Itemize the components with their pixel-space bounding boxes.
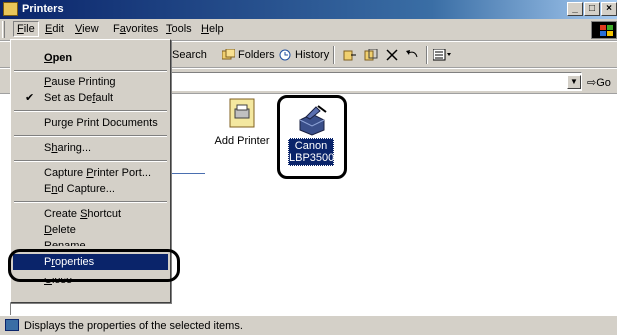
views-icon[interactable] — [433, 49, 453, 61]
search-button[interactable]: Search — [172, 49, 207, 61]
status-monitor-icon — [5, 319, 19, 331]
printers-folder-icon — [3, 2, 18, 16]
menu-separator — [14, 201, 167, 203]
menubar-grip — [2, 21, 5, 38]
menu-bar: File Edit View Favorites Tools Help — [0, 19, 617, 41]
history-icon — [279, 49, 291, 61]
menu-tools[interactable]: Tools — [166, 23, 192, 35]
maximize-button[interactable]: □ — [584, 2, 600, 16]
windows-logo-icon — [591, 21, 617, 39]
canon-printer-item[interactable]: Canon LBP3500 — [277, 95, 347, 179]
menu-item-delete[interactable]: Delete — [13, 222, 168, 238]
status-bar: Displays the properties of the selected … — [0, 315, 617, 335]
toolbar-separator — [426, 46, 428, 64]
minimize-button[interactable]: _ — [567, 2, 583, 16]
title-bar: Printers _ □ × — [0, 0, 617, 19]
menu-separator — [14, 160, 167, 162]
go-button[interactable]: ⇨Go — [587, 76, 611, 89]
address-field[interactable] — [170, 72, 582, 91]
menu-item-open[interactable]: Open — [13, 50, 168, 66]
menu-view[interactable]: View — [75, 23, 99, 35]
add-printer-item[interactable]: Add Printer — [214, 97, 270, 147]
move-to-icon[interactable] — [343, 49, 357, 62]
history-button[interactable]: History — [279, 49, 329, 61]
menu-separator — [14, 70, 167, 72]
checkmark-icon: ✔ — [25, 92, 35, 104]
menu-separator — [14, 135, 167, 137]
menu-item-end-capture[interactable]: End Capture... — [13, 181, 168, 197]
add-printer-label: Add Printer — [214, 135, 270, 147]
window-title: Printers — [22, 3, 64, 15]
menu-item-purge[interactable]: Purge Print Documents — [13, 115, 168, 131]
delete-icon[interactable] — [386, 49, 398, 61]
add-printer-icon — [229, 98, 255, 128]
copy-to-icon[interactable] — [364, 49, 378, 62]
menu-item-set-default[interactable]: ✔ Set as Default — [13, 90, 168, 106]
printer-icon — [299, 105, 327, 136]
folders-button[interactable]: Folders — [222, 49, 275, 61]
properties-highlight-callout — [8, 249, 180, 282]
menu-edit[interactable]: Edit — [45, 23, 64, 35]
address-dropdown-button[interactable]: ▼ — [567, 75, 581, 89]
menu-separator — [14, 110, 167, 112]
toolbar-separator — [333, 46, 335, 64]
menu-file[interactable]: File — [13, 21, 39, 37]
menu-item-create-shortcut[interactable]: Create Shortcut — [13, 206, 168, 222]
menu-favorites[interactable]: Favorites — [113, 23, 158, 35]
menu-item-pause-printing[interactable]: Pause Printing — [13, 74, 168, 90]
status-text: Displays the properties of the selected … — [24, 320, 243, 332]
menu-item-sharing[interactable]: Sharing... — [13, 140, 168, 156]
canon-printer-label: Canon LBP3500 — [288, 138, 335, 166]
menu-item-rename[interactable]: Rename — [13, 238, 168, 246]
undo-icon[interactable] — [405, 49, 419, 61]
close-button[interactable]: × — [601, 2, 617, 16]
folders-icon — [222, 49, 235, 60]
menu-help[interactable]: Help — [201, 23, 224, 35]
menu-item-capture-port[interactable]: Capture Printer Port... — [13, 165, 168, 181]
